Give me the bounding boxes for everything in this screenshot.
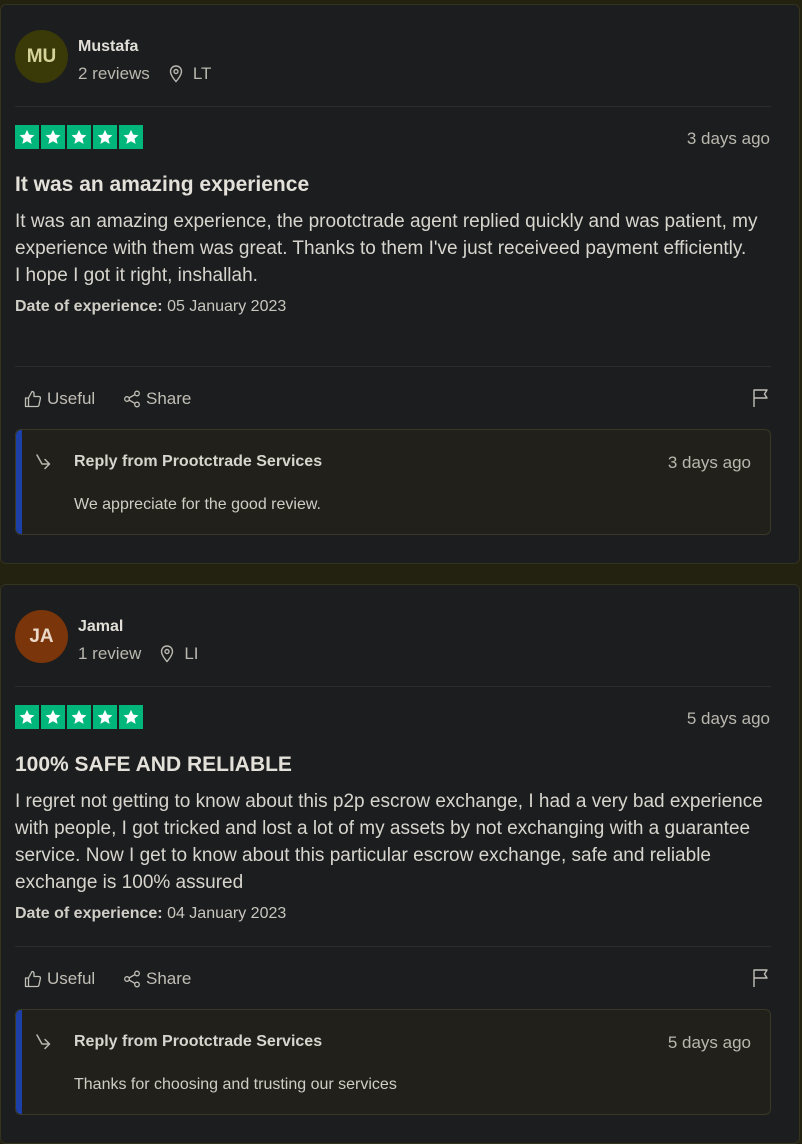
review-body: I regret not getting to know about this … [15,791,763,893]
star-icon [119,125,143,149]
consumer-name[interactable]: Mustafa [78,38,138,56]
reply-date: 5 days ago [667,1033,751,1052]
useful-label: Useful [47,969,96,988]
review-body: It was an amazing experience, the prootc… [15,211,758,286]
reply-from: Reply from Prootctrade Services [74,453,323,470]
star-icon [67,125,91,149]
date-of-experience-value: 04 January 2023 [167,905,287,922]
date-of-experience-label: Date of experience: [15,905,163,922]
useful-button[interactable]: Useful [24,389,95,409]
consumer-name[interactable]: Jamal [78,618,123,636]
star-icon [93,705,117,729]
reply-arrow-icon [36,454,51,470]
star-icon [41,705,65,729]
country-code: LT [192,64,212,83]
country-code: LI [184,644,199,663]
share-label: Share [146,969,192,988]
reply-text: Thanks for choosing and trusting our ser… [74,1076,397,1093]
reply-arrow-icon [36,1034,51,1050]
share-button[interactable]: Share [123,969,191,989]
thumbs-up-icon [24,390,42,408]
review-title[interactable]: 100% SAFE AND RELIABLE [15,753,292,777]
date-of-experience-label: Date of experience: [15,298,163,315]
date-of-experience: Date of experience: 04 January 2023 [15,905,286,923]
star-rating [15,125,145,149]
flag-icon[interactable] [752,968,770,988]
review-card: JA Jamal 1 review LI 5 days ago 100% SAF… [0,584,800,1144]
divider [15,106,771,107]
reply-text: We appreciate for the good review. [74,496,321,513]
thumbs-up-icon [24,970,42,988]
location-pin-icon [161,645,174,663]
review-count: 2 reviews [78,64,150,83]
star-icon [41,125,65,149]
share-label: Share [146,389,192,408]
reply-accent-bar [16,1010,22,1114]
reply-from: Reply from Prootctrade Services [74,1033,323,1050]
star-rating [15,705,145,729]
review-title[interactable]: It was an amazing experience [15,173,309,197]
consumer-meta: 1 review LI [78,644,199,664]
company-reply: Reply from Prootctrade Services 3 days a… [15,429,771,535]
share-button[interactable]: Share [123,389,191,409]
date-of-experience: Date of experience: 05 January 2023 [15,298,286,316]
share-icon [124,390,140,408]
divider [15,686,771,687]
location-pin-icon [169,65,183,83]
share-icon [124,970,140,988]
flag-icon[interactable] [752,388,770,408]
divider [15,366,771,367]
star-icon [15,125,39,149]
review-count: 1 review [78,644,142,663]
star-icon [15,705,39,729]
avatar[interactable]: MU [15,30,68,83]
star-icon [119,705,143,729]
reply-accent-bar [16,430,22,534]
star-icon [93,125,117,149]
review-date: 5 days ago [686,709,770,728]
reply-date: 3 days ago [667,453,751,472]
star-icon [67,705,91,729]
consumer-meta: 2 reviews LT [78,64,211,84]
review-card: MU Mustafa 2 reviews LT 3 days ago It wa… [0,4,800,564]
useful-button[interactable]: Useful [24,969,95,989]
avatar[interactable]: JA [15,610,68,663]
divider [15,946,771,947]
review-date: 3 days ago [686,129,770,148]
company-reply: Reply from Prootctrade Services 5 days a… [15,1009,771,1115]
date-of-experience-value: 05 January 2023 [167,298,287,315]
useful-label: Useful [47,389,96,408]
